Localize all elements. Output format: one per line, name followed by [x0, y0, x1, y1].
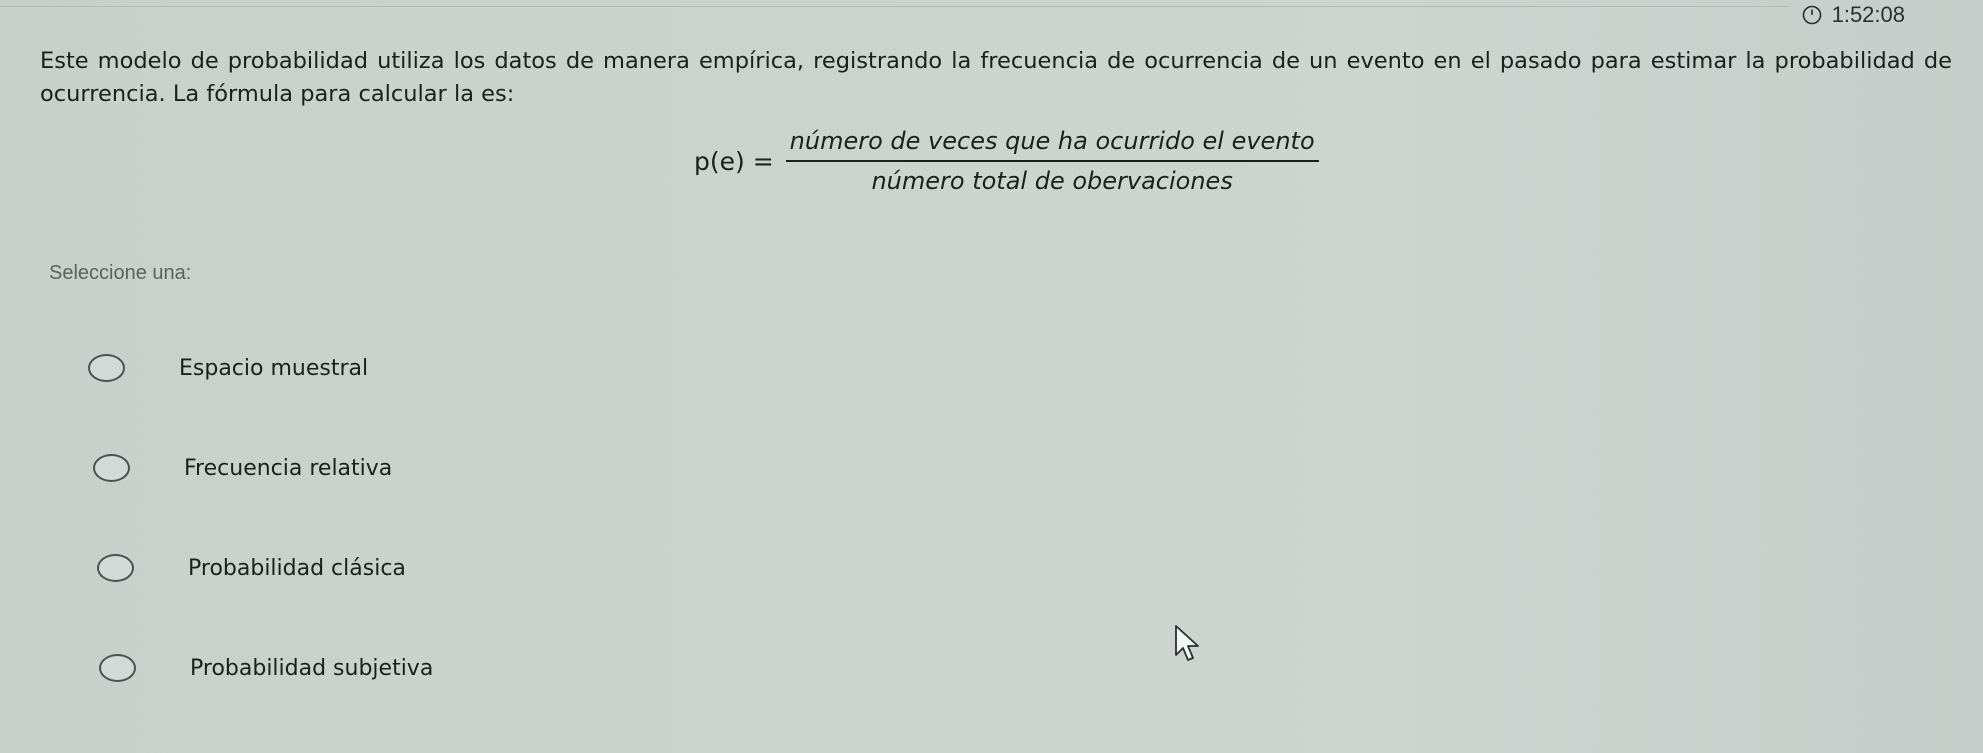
arrow-cursor-icon — [1175, 625, 1199, 661]
formula-lhs: p(e) = — [694, 146, 774, 176]
option-frecuencia-relativa[interactable]: Frecuencia relativa — [93, 453, 433, 483]
option-label[interactable]: Probabilidad clásica — [188, 556, 406, 581]
answer-options: Espacio muestral Frecuencia relativa Pro… — [88, 353, 433, 753]
timer-value: 1:52:08 — [1831, 2, 1905, 27]
option-label[interactable]: Probabilidad subjetiva — [190, 656, 433, 681]
option-probabilidad-subjetiva[interactable]: Probabilidad subjetiva — [99, 653, 433, 683]
radio-button[interactable] — [88, 354, 125, 382]
probability-formula: p(e) = número de veces que ha ocurrido e… — [694, 127, 1319, 195]
question-text: Este modelo de probabilidad utiliza los … — [40, 48, 1952, 107]
formula-fraction: número de veces que ha ocurrido el event… — [785, 127, 1319, 195]
option-espacio-muestral[interactable]: Espacio muestral — [88, 353, 433, 383]
option-label[interactable]: Frecuencia relativa — [184, 456, 392, 481]
option-probabilidad-clasica[interactable]: Probabilidad clásica — [97, 553, 433, 583]
formula-numerator: número de veces que ha ocurrido el event… — [785, 127, 1319, 162]
clock-icon — [1802, 5, 1821, 25]
quiz-timer: 1:52:08 — [1802, 2, 1905, 28]
top-divider — [0, 6, 1790, 7]
radio-button[interactable] — [93, 454, 130, 482]
radio-button[interactable] — [97, 554, 134, 582]
radio-button[interactable] — [99, 654, 136, 682]
option-label[interactable]: Espacio muestral — [179, 356, 368, 381]
select-one-prompt: Seleccione una: — [49, 262, 192, 284]
formula-denominator: número total de obervaciones — [871, 167, 1233, 195]
